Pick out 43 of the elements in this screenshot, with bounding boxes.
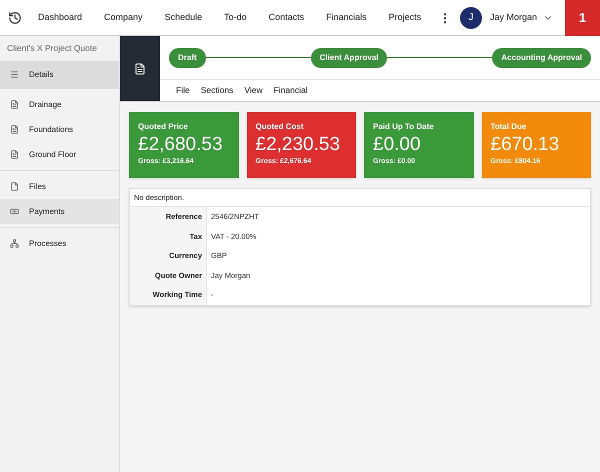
card-value: £2,680.53: [138, 133, 224, 157]
card-title: Quoted Cost: [256, 121, 304, 133]
user-name[interactable]: Jay Morgan: [490, 10, 537, 24]
sidebar-item[interactable]: Processes: [0, 231, 119, 256]
stage-pill[interactable]: Accounting Approval: [492, 48, 591, 68]
item-icon: [10, 150, 19, 159]
notification-count[interactable]: 1: [565, 0, 600, 36]
menu-item[interactable]: Financial: [274, 84, 308, 97]
sidebar-item[interactable]: Ground Floor: [0, 142, 119, 167]
menu-item[interactable]: View: [244, 84, 263, 97]
sidebar-item[interactable]: Files: [0, 174, 119, 199]
item-icon: [10, 182, 19, 191]
item-icon: [10, 70, 19, 79]
card-value: £2,230.53: [256, 133, 342, 157]
nav-link[interactable]: Financials: [326, 10, 367, 24]
more-menu-button[interactable]: ⋮: [439, 8, 452, 26]
item-icon: [10, 207, 19, 216]
card-value: £670.13: [490, 133, 560, 157]
item-icon: [10, 125, 19, 134]
nav-link[interactable]: Dashboard: [38, 10, 82, 24]
item-icon: [10, 239, 19, 248]
card-value: £0.00: [373, 133, 422, 157]
sidebar-item[interactable]: Drainage: [0, 92, 119, 117]
nav-link[interactable]: To-do: [224, 10, 247, 24]
nav-link[interactable]: Schedule: [164, 10, 202, 24]
stage-pill[interactable]: Client Approval: [310, 48, 388, 68]
stage-pill[interactable]: Draft: [169, 48, 206, 68]
menu-item[interactable]: File: [176, 84, 190, 97]
sidebar-title: Client's X Project Quote: [6, 42, 98, 56]
menu-item[interactable]: Sections: [200, 84, 234, 97]
sidebar-item[interactable]: Foundations: [0, 117, 119, 142]
nav-link[interactable]: Contacts: [268, 10, 304, 24]
nav-link[interactable]: Company: [104, 10, 143, 24]
card-title: Quoted Price: [138, 121, 189, 133]
card-title: Total Due: [490, 121, 528, 133]
avatar[interactable]: J: [460, 6, 482, 28]
nav-link[interactable]: Projects: [388, 10, 422, 24]
history-icon[interactable]: [8, 10, 22, 24]
sidebar-item[interactable]: Details: [0, 61, 119, 88]
document-icon: [134, 62, 146, 74]
sidebar-item[interactable]: Payments: [0, 199, 119, 224]
item-icon: [10, 100, 19, 109]
card-title: Paid Up To Date: [373, 121, 435, 133]
